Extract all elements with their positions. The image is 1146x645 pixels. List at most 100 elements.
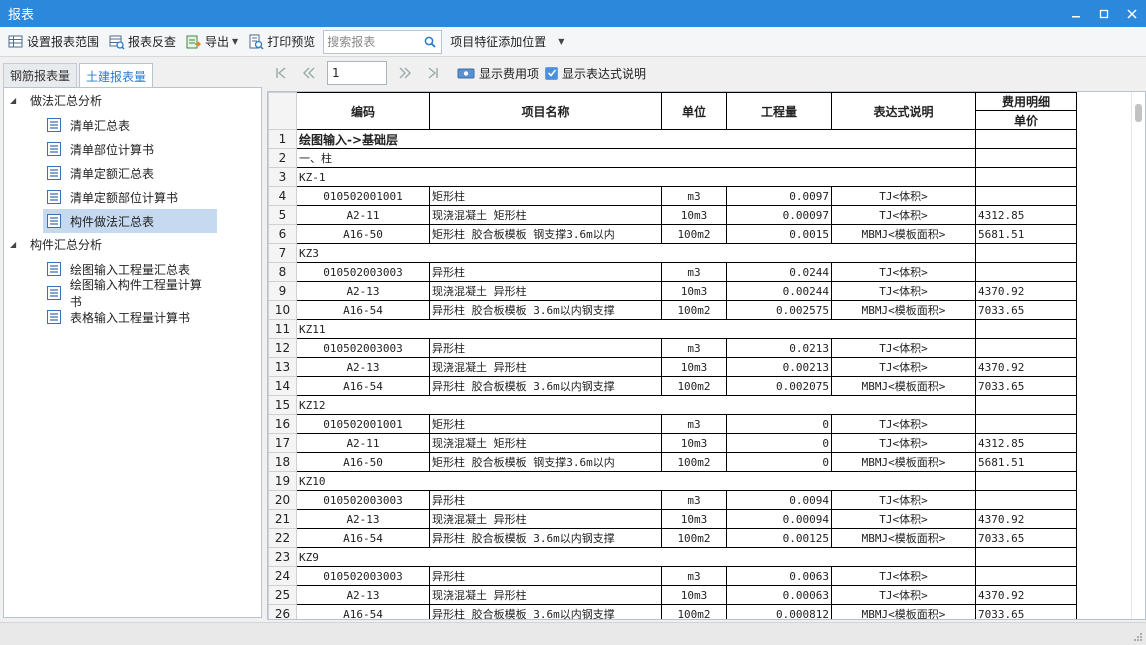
table-row[interactable]: 8 010502003003 异形柱 m3 0.0244 TJ<体积> (268, 262, 1077, 282)
expr-cell[interactable]: TJ<体积> (831, 414, 976, 434)
tree-item-bill-quota-part-calc[interactable]: 清单定额部位计算书 (43, 185, 217, 209)
name-cell[interactable]: 现浇混凝土 异形柱 (429, 281, 662, 301)
tab-rebar-report[interactable]: 钢筋报表量 (3, 63, 78, 87)
row-number-cell[interactable]: 6 (268, 224, 297, 244)
table-row[interactable]: 23 KZ9 (268, 547, 1077, 567)
row-number-cell[interactable]: 25 (268, 585, 297, 605)
unit-cell[interactable]: m3 (661, 186, 727, 206)
table-row[interactable]: 7 KZ3 (268, 243, 1077, 263)
row-number-cell[interactable]: 16 (268, 414, 297, 434)
expr-cell[interactable]: MBMJ<模板面积> (831, 376, 976, 396)
expr-cell[interactable]: MBMJ<模板面积> (831, 224, 976, 244)
row-number-cell[interactable]: 8 (268, 262, 297, 282)
price-cell[interactable]: 7033.65 (975, 376, 1077, 396)
maximize-icon[interactable] (1090, 0, 1118, 27)
expr-cell[interactable]: TJ<体积> (831, 585, 976, 605)
row-number-cell[interactable]: 19 (268, 471, 297, 491)
price-cell[interactable]: 4370.92 (975, 509, 1077, 529)
price-cell[interactable] (975, 395, 1077, 415)
print-preview-button[interactable]: 打印预览 (244, 30, 319, 54)
table-row[interactable]: 5 A2-11 现浇混凝土 矩形柱 10m3 0.00097 TJ<体积> 4312.85 (268, 205, 1077, 225)
name-cell[interactable]: 异形柱 胶合板模板 3.6m以内钢支撑 (429, 300, 662, 320)
expr-cell[interactable]: TJ<体积> (831, 338, 976, 358)
show-fee-toggle[interactable]: 显示费用项 (457, 65, 539, 82)
row-number-cell[interactable]: 11 (268, 319, 297, 339)
code-cell[interactable]: A16-54 (296, 604, 430, 619)
unit-cell[interactable]: 100m2 (661, 452, 727, 472)
price-cell[interactable]: 7033.65 (975, 604, 1077, 619)
name-cell[interactable]: 异形柱 (429, 338, 662, 358)
name-cell[interactable]: 异形柱 胶合板模板 3.6m以内钢支撑 (429, 604, 662, 619)
price-cell[interactable] (975, 167, 1077, 187)
price-cell[interactable]: 4312.85 (975, 433, 1077, 453)
table-row[interactable]: 18 A16-50 矩形柱 胶合板模板 钢支撑3.6m以内 100m2 0 MBMJ<模板… (268, 452, 1077, 472)
table-row[interactable]: 20 010502003003 异形柱 m3 0.0094 TJ<体积> (268, 490, 1077, 510)
row-number-cell[interactable]: 14 (268, 376, 297, 396)
row-number-cell[interactable]: 13 (268, 357, 297, 377)
row-number-cell[interactable]: 22 (268, 528, 297, 548)
qty-cell[interactable]: 0.00244 (726, 281, 832, 301)
table-row[interactable]: 17 A2-11 现浇混凝土 矩形柱 10m3 0 TJ<体积> 4312.85 (268, 433, 1077, 453)
price-cell[interactable] (975, 547, 1077, 567)
unit-cell[interactable]: m3 (661, 566, 727, 586)
code-cell[interactable]: A2-13 (296, 281, 430, 301)
table-row[interactable]: 14 A16-54 异形柱 胶合板模板 3.6m以内钢支撑 100m2 0.002075… (268, 376, 1077, 396)
expr-cell[interactable]: TJ<体积> (831, 490, 976, 510)
expr-cell[interactable]: TJ<体积> (831, 433, 976, 453)
qty-cell[interactable]: 0.0094 (726, 490, 832, 510)
row-number-cell[interactable]: 15 (268, 395, 297, 415)
price-cell[interactable]: 4312.85 (975, 205, 1077, 225)
name-cell[interactable]: 异形柱 胶合板模板 3.6m以内钢支撑 (429, 528, 662, 548)
qty-cell[interactable]: 0 (726, 452, 832, 472)
price-cell[interactable]: 4370.92 (975, 357, 1077, 377)
unit-cell[interactable]: 10m3 (661, 433, 727, 453)
minimize-icon[interactable] (1062, 0, 1090, 27)
set-range-button[interactable]: 设置报表范围 (4, 30, 103, 54)
group-title-cell[interactable]: KZ-1 (296, 167, 976, 187)
price-cell[interactable] (975, 129, 1077, 149)
code-cell[interactable]: A2-11 (296, 205, 430, 225)
code-cell[interactable]: A16-50 (296, 224, 430, 244)
table-row[interactable]: 12 010502003003 异形柱 m3 0.0213 TJ<体积> (268, 338, 1077, 358)
name-cell[interactable]: 异形柱 (429, 490, 662, 510)
row-number-cell[interactable]: 3 (268, 167, 297, 187)
tree-item-bill-part-calc[interactable]: 清单部位计算书 (43, 137, 217, 161)
table-row[interactable]: 9 A2-13 现浇混凝土 异形柱 10m3 0.00244 TJ<体积> 4370.92 (268, 281, 1077, 301)
unit-cell[interactable]: 100m2 (661, 300, 727, 320)
expr-cell[interactable]: TJ<体积> (831, 186, 976, 206)
tree-item-component-method-summary[interactable]: 构件做法汇总表 (43, 209, 217, 233)
row-number-cell[interactable]: 2 (268, 148, 297, 168)
unit-cell[interactable]: 10m3 (661, 585, 727, 605)
table-row[interactable]: 26 A16-54 异形柱 胶合板模板 3.6m以内钢支撑 100m2 0.000812… (268, 604, 1077, 619)
table-row[interactable]: 21 A2-13 现浇混凝土 异形柱 10m3 0.00094 TJ<体积> 4370.92 (268, 509, 1077, 529)
group-title-cell[interactable]: KZ12 (296, 395, 976, 415)
price-cell[interactable]: 4370.92 (975, 585, 1077, 605)
group-title-cell[interactable]: KZ10 (296, 471, 976, 491)
qty-cell[interactable]: 0.0244 (726, 262, 832, 282)
price-cell[interactable] (975, 148, 1077, 168)
name-cell[interactable]: 矩形柱 胶合板模板 钢支撑3.6m以内 (429, 224, 662, 244)
code-cell[interactable]: A2-13 (296, 357, 430, 377)
code-cell[interactable]: 010502003003 (296, 490, 430, 510)
col-header-fee[interactable]: 费用明细 (975, 92, 1077, 111)
qty-cell[interactable]: 0.00213 (726, 357, 832, 377)
feature-position-dropdown[interactable]: 项目特征添加位置 ▼ (446, 30, 568, 54)
code-cell[interactable]: A16-50 (296, 452, 430, 472)
unit-cell[interactable]: 10m3 (661, 509, 727, 529)
code-cell[interactable]: 010502003003 (296, 338, 430, 358)
table-row[interactable]: 13 A2-13 现浇混凝土 异形柱 10m3 0.00213 TJ<体积> 4370.92 (268, 357, 1077, 377)
price-cell[interactable] (975, 414, 1077, 434)
qty-cell[interactable]: 0.00125 (726, 528, 832, 548)
unit-cell[interactable]: 100m2 (661, 224, 727, 244)
tab-civil-report[interactable]: 土建报表量 (79, 63, 154, 88)
price-cell[interactable]: 7033.65 (975, 528, 1077, 548)
section-title-cell[interactable]: 绘图输入->基础层 (296, 129, 976, 149)
table-row[interactable]: 22 A16-54 异形柱 胶合板模板 3.6m以内钢支撑 100m2 0.00125 M… (268, 528, 1077, 548)
expand-arrow-icon[interactable]: ◢ (10, 96, 22, 105)
expr-cell[interactable]: MBMJ<模板面积> (831, 528, 976, 548)
unit-cell[interactable]: m3 (661, 338, 727, 358)
qty-cell[interactable]: 0.002575 (726, 300, 832, 320)
qty-cell[interactable]: 0.0097 (726, 186, 832, 206)
name-cell[interactable]: 矩形柱 胶合板模板 钢支撑3.6m以内 (429, 452, 662, 472)
table-row[interactable]: 16 010502001001 矩形柱 m3 0 TJ<体积> (268, 414, 1077, 434)
